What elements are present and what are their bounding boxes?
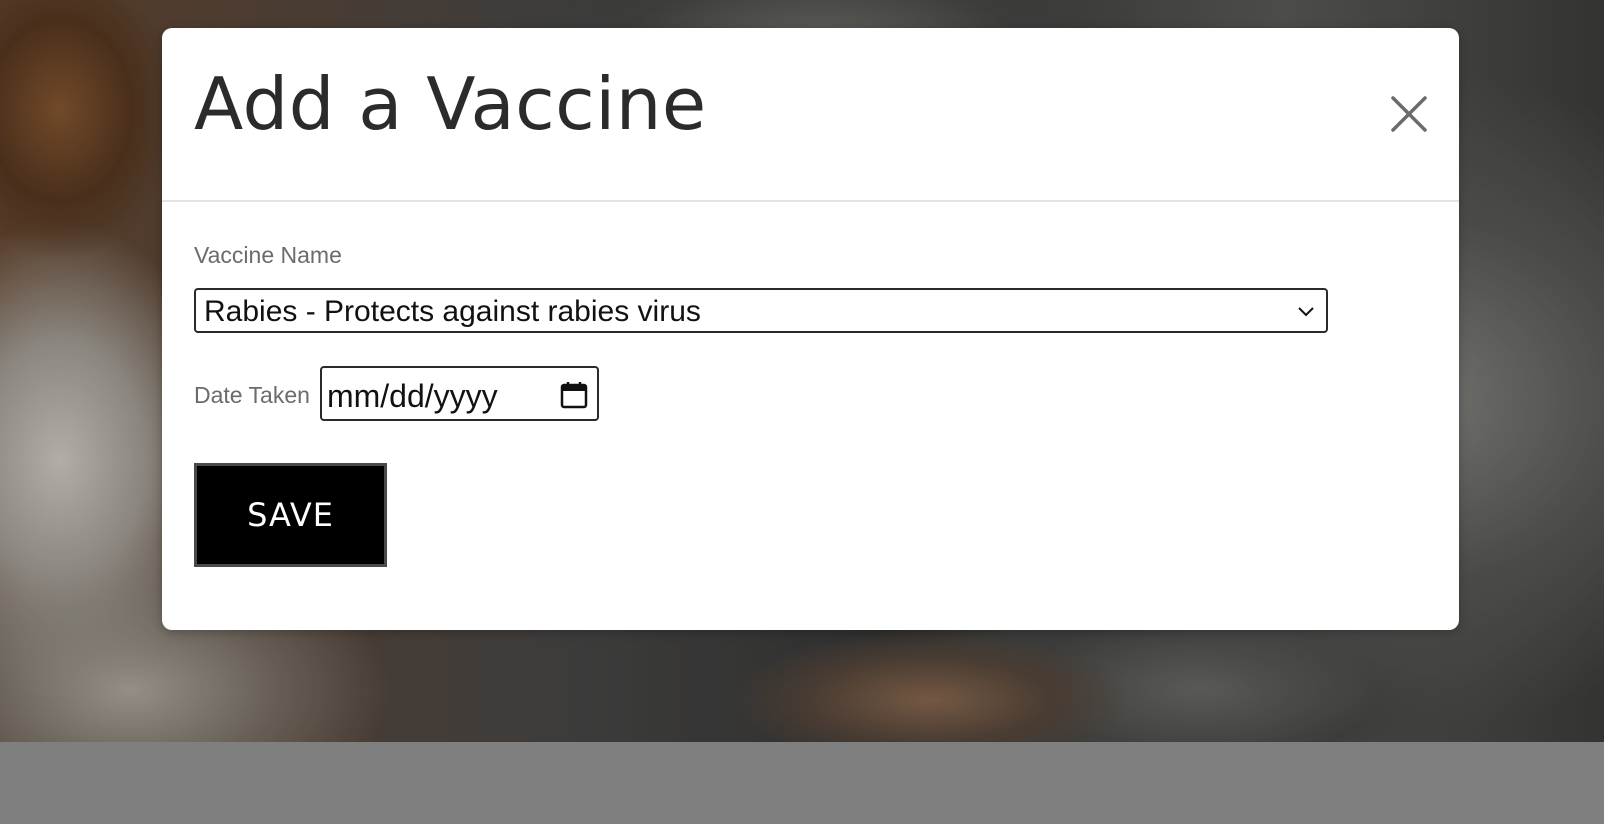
close-button[interactable] [1389, 94, 1429, 134]
save-button[interactable]: SAVE [194, 463, 387, 567]
close-icon [1391, 96, 1427, 132]
vaccine-name-label: Vaccine Name [194, 242, 342, 268]
date-taken-input[interactable]: mm/dd/yyyy [319, 366, 599, 421]
modal-header: Add a Vaccine [162, 28, 1459, 202]
date-taken-label: Date Taken [194, 382, 310, 408]
modal-title: Add a Vaccine [194, 62, 707, 146]
vaccine-select[interactable]: Rabies - Protects against rabies virus [194, 288, 1328, 333]
add-vaccine-modal: Add a Vaccine Vaccine Name Rabies - Prot… [162, 28, 1459, 630]
calendar-icon[interactable] [559, 380, 589, 410]
chevron-down-icon [1298, 307, 1314, 317]
date-placeholder: mm/dd/yyyy [326, 378, 498, 414]
date-row: Date Taken mm/dd/yyyy [194, 366, 1394, 421]
modal-body: Vaccine Name Rabies - Protects against r… [194, 242, 1394, 567]
vaccine-select-value: Rabies - Protects against rabies virus [204, 295, 701, 328]
